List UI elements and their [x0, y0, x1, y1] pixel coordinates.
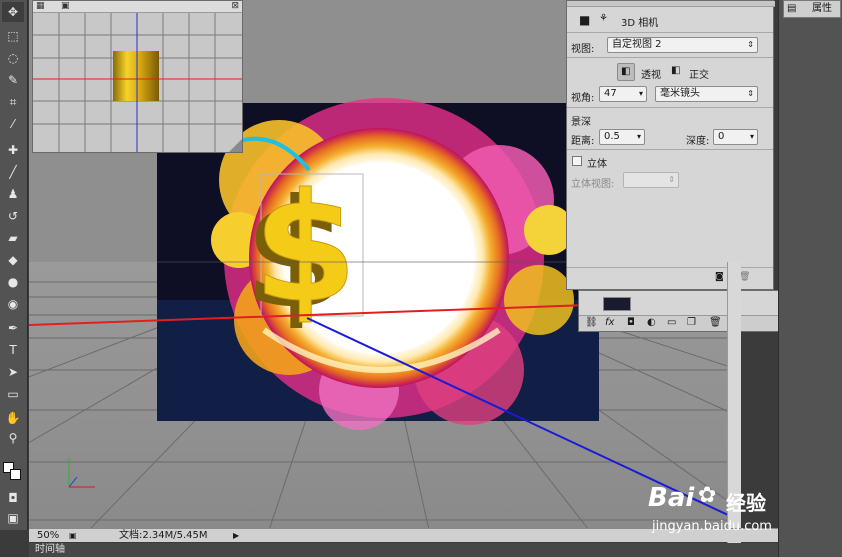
ortho-cube-icon[interactable]: ◧: [671, 65, 680, 76]
zoom-icon[interactable]: ⚲: [2, 428, 24, 448]
status-menu-icon[interactable]: ▣: [69, 529, 77, 542]
brush-icon[interactable]: ╱: [2, 162, 24, 182]
distance-input[interactable]: 0.5 ▾: [599, 129, 645, 145]
pen-icon[interactable]: ✒: [2, 318, 24, 338]
quick-select-icon[interactable]: ✎: [2, 70, 24, 90]
tools-panel: ✥ ⬚ ◌ ✎ ⌗ ⁄ ✚ ╱ ♟ ↺ ▰ ◆ ● ◉ ✒ T ➤ ▭ ✋ ⚲ …: [0, 0, 28, 530]
timeline-tab[interactable]: 时间轴: [29, 543, 778, 557]
folder-icon[interactable]: ▭: [667, 317, 676, 328]
fov-unit-select[interactable]: 毫米镜头 ⇕: [655, 86, 758, 102]
chevron-down-icon: ⇕: [747, 40, 754, 49]
perspective-label: 透视: [641, 70, 661, 81]
marquee-icon[interactable]: ⬚: [2, 26, 24, 46]
layer-thumbnail[interactable]: [603, 297, 631, 311]
fov-input[interactable]: 47 ▾: [599, 86, 647, 102]
new-layer-icon[interactable]: ❐: [687, 317, 696, 328]
mini-dollar-object: [113, 51, 159, 101]
hand-icon[interactable]: ✋: [2, 408, 24, 428]
dodge-icon[interactable]: ◉: [2, 294, 24, 314]
move-icon[interactable]: ✥: [2, 2, 24, 22]
stereo-view-label: 立体视图:: [571, 179, 615, 190]
chevron-down-icon: ▾: [638, 89, 643, 98]
stereo-checkbox[interactable]: [572, 156, 582, 166]
layers-footer: ⛓ fx ◘ ◐ ▭ ❐ 🗑: [579, 315, 779, 331]
shape-icon[interactable]: ▭: [2, 384, 24, 404]
dof-section-title: 景深: [571, 117, 591, 128]
healing-brush-icon[interactable]: ✚: [2, 140, 24, 160]
add-mask-icon[interactable]: ◘: [627, 317, 635, 328]
right-dock: ▤ 属性: [778, 0, 842, 557]
properties-panel: ■ ⚘ 3D 相机 视图: 自定视图 2 ⇕ ◧ 透视 ◧ 正交 视角: 47 ▾ …: [566, 0, 775, 290]
stamp-icon[interactable]: ♟: [2, 184, 24, 204]
lasso-icon[interactable]: ◌: [2, 48, 24, 68]
watermark-brand-cn: 经验: [726, 491, 766, 515]
bucket-icon[interactable]: ◆: [2, 250, 24, 270]
camera-view-icon[interactable]: ▣: [61, 1, 70, 12]
camera-icon: ■: [579, 13, 591, 27]
watermark: Bai ✿ 经验 jingyan.baidu.com: [648, 483, 788, 543]
document-size: 文档:2.34M/5.45M: [119, 530, 208, 541]
layers-panel: ⛓ fx ◘ ◐ ▭ ❐ 🗑: [578, 290, 780, 332]
stereo-label: 立体: [587, 159, 607, 170]
blur-icon[interactable]: ●: [2, 272, 24, 292]
eyedropper-icon[interactable]: ⁄: [2, 114, 24, 134]
secondary-view-header: ▦ ▣ ⊠: [33, 1, 242, 13]
adjustment-layer-icon[interactable]: ◐: [647, 317, 656, 328]
watermark-brand: Bai: [648, 483, 695, 513]
camera-small-icon: ⚘: [599, 13, 608, 24]
close-view-icon[interactable]: ⊠: [231, 1, 239, 12]
properties-dock-button[interactable]: ▤ 属性: [783, 0, 841, 18]
zoom-level[interactable]: 50%: [37, 529, 59, 542]
chevron-down-icon: ⇕: [747, 89, 754, 98]
distance-label: 距离:: [571, 136, 595, 147]
delete-layer-icon[interactable]: 🗑: [709, 317, 722, 328]
status-arrow-icon[interactable]: ▶: [233, 529, 239, 542]
depth-input[interactable]: 0 ▾: [713, 129, 758, 145]
crop-icon[interactable]: ⌗: [2, 92, 24, 112]
screen-mode-icon[interactable]: ▣: [2, 508, 24, 528]
cube-icon: ◧: [621, 66, 631, 77]
stereo-view-select[interactable]: ⇕: [623, 172, 679, 188]
perspective-toggle-button[interactable]: ◧: [617, 63, 635, 81]
view-select[interactable]: 自定视图 2 ⇕: [607, 37, 758, 53]
path-select-icon[interactable]: ➤: [2, 362, 24, 382]
secondary-view-canvas: [33, 13, 242, 152]
eraser-icon[interactable]: ▰: [2, 228, 24, 248]
link-layers-icon[interactable]: ⛓: [585, 317, 598, 328]
type-icon[interactable]: T: [2, 340, 24, 360]
fov-label: 视角:: [571, 93, 595, 104]
chevron-down-icon: ▾: [636, 132, 641, 141]
orthographic-label[interactable]: 正交: [689, 66, 709, 81]
depth-label: 深度:: [686, 136, 710, 147]
properties-icon: ▤: [787, 3, 797, 14]
background-color-swatch[interactable]: [10, 469, 21, 480]
chevron-down-icon: ▾: [749, 132, 754, 141]
secondary-view-window[interactable]: ▦ ▣ ⊠: [32, 0, 243, 153]
view-label: 视图:: [571, 44, 595, 55]
panel-title: 3D 相机: [621, 18, 659, 29]
photoshop-window: $ $ ✥ ⬚ ◌ ✎ ⌗ ⁄ ✚ ╱ ♟ ↺ ▰ ◆ ● ◉ ✒ T ➤ ▭ …: [0, 0, 842, 557]
history-brush-icon[interactable]: ↺: [2, 206, 24, 226]
watermark-url: jingyan.baidu.com: [652, 519, 772, 534]
paw-icon: ✿: [698, 483, 717, 508]
quick-mask-icon[interactable]: ◘: [2, 488, 24, 508]
render-icon[interactable]: ◙: [715, 272, 724, 282]
chevron-down-icon: ⇕: [668, 175, 675, 184]
fx-icon[interactable]: fx: [605, 317, 614, 328]
view-options-icon[interactable]: ▦: [36, 1, 45, 12]
svg-text:$: $: [253, 162, 357, 336]
properties-tab-strip[interactable]: [567, 1, 775, 7]
